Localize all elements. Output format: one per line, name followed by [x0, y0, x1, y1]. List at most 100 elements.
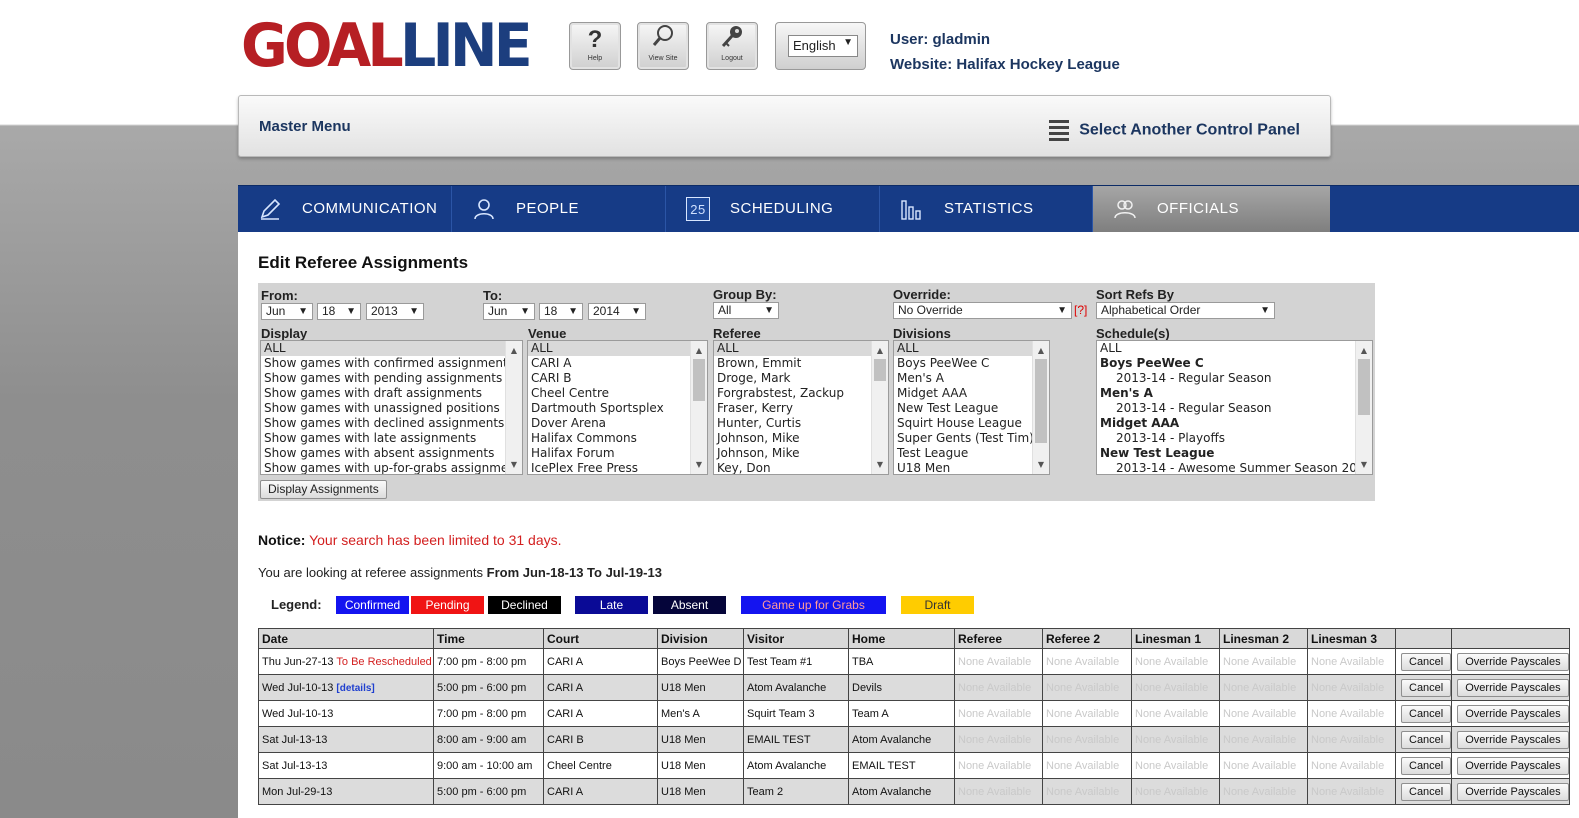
list-option[interactable]: Boys PeeWee C — [1097, 356, 1372, 371]
list-option[interactable]: Show games with unassigned positions — [261, 401, 522, 416]
details-link[interactable]: [details] — [336, 683, 374, 694]
official-select[interactable]: None Available — [1307, 726, 1396, 753]
scroll-thumb[interactable] — [1358, 359, 1370, 415]
cancel-button[interactable]: Cancel — [1401, 704, 1452, 723]
official-select[interactable]: None Available — [954, 778, 1043, 805]
tab-people[interactable]: PEOPLE — [452, 186, 666, 233]
display-scrollbar[interactable]: ▲ ▼ — [505, 341, 522, 474]
list-option[interactable]: Show games with late assignments — [261, 431, 522, 446]
list-option[interactable]: Forgrabstest, Zackup — [714, 386, 888, 401]
official-select[interactable]: None Available — [1219, 648, 1308, 675]
official-select[interactable]: None Available — [954, 700, 1043, 727]
venue-listbox[interactable]: ALL CARI A CARI B Cheel Centre Dartmouth Spo… — [527, 340, 708, 475]
list-option[interactable]: CARI A — [528, 356, 707, 371]
override-payscales-button[interactable]: Override Payscales — [1457, 730, 1569, 749]
official-select[interactable]: None Available — [1219, 778, 1308, 805]
list-option[interactable]: Midget AAA — [1097, 416, 1372, 431]
list-option[interactable]: 2013-14 - Regular Season — [1097, 401, 1372, 416]
list-option[interactable]: 2013-14 - Playoffs — [1097, 431, 1372, 446]
list-option[interactable]: Show games with up-for-grabs assignments — [261, 461, 522, 474]
cancel-button[interactable]: Cancel — [1401, 782, 1452, 801]
cancel-button[interactable]: Cancel — [1401, 652, 1452, 671]
tab-statistics[interactable]: STATISTICS — [880, 186, 1093, 233]
group-by-select[interactable]: All ▼ — [713, 302, 779, 319]
override-help-link[interactable]: [?] — [1074, 303, 1087, 317]
list-option[interactable]: CARI B — [528, 371, 707, 386]
goalline-logo[interactable]: GOALLINE — [241, 14, 533, 78]
scroll-up-icon[interactable]: ▲ — [872, 343, 888, 358]
official-select[interactable]: None Available — [954, 752, 1043, 779]
cancel-button[interactable]: Cancel — [1401, 678, 1452, 697]
master-menu-link[interactable]: Master Menu — [259, 118, 351, 135]
list-option[interactable]: Brown, Emmit — [714, 356, 888, 371]
sort-refs-select[interactable]: Alphabetical Order ▼ — [1096, 302, 1275, 319]
list-option[interactable]: Show games with confirmed assignments — [261, 356, 522, 371]
official-select[interactable]: None Available — [1131, 726, 1220, 753]
list-option[interactable]: 2013-14 - Awesome Summer Season 2014 — [1097, 461, 1372, 474]
list-option[interactable]: Show games with draft assignments — [261, 386, 522, 401]
scroll-thumb[interactable] — [874, 359, 886, 381]
official-select[interactable]: None Available — [1042, 778, 1132, 805]
list-option[interactable]: Show games with absent assignments — [261, 446, 522, 461]
list-option[interactable]: Dover Arena — [528, 416, 707, 431]
official-select[interactable]: None Available — [1307, 674, 1396, 701]
view-site-button[interactable]: View Site — [637, 22, 689, 70]
scroll-thumb[interactable] — [693, 359, 705, 401]
official-select[interactable]: None Available — [1042, 700, 1132, 727]
scroll-up-icon[interactable]: ▲ — [1356, 343, 1372, 358]
list-option[interactable]: ALL — [894, 341, 1049, 356]
list-option[interactable]: ALL — [714, 341, 888, 356]
list-option[interactable]: Hunter, Curtis — [714, 416, 888, 431]
list-option[interactable]: IcePlex Free Press — [528, 461, 707, 474]
scroll-thumb[interactable] — [1035, 359, 1047, 443]
official-select[interactable]: None Available — [954, 726, 1043, 753]
official-select[interactable]: None Available — [1042, 726, 1132, 753]
scroll-down-icon[interactable]: ▼ — [691, 457, 707, 472]
override-payscales-button[interactable]: Override Payscales — [1457, 678, 1569, 697]
override-payscales-button[interactable]: Override Payscales — [1457, 704, 1569, 723]
list-option[interactable]: Halifax Forum — [528, 446, 707, 461]
from-year-select[interactable]: 2013 ▼ — [366, 303, 424, 320]
list-option[interactable]: Show games with pending assignments — [261, 371, 522, 386]
list-option[interactable]: Halifax Commons — [528, 431, 707, 446]
scroll-down-icon[interactable]: ▼ — [506, 457, 522, 472]
to-day-select[interactable]: 18 ▼ — [539, 303, 583, 320]
official-select[interactable]: None Available — [1307, 700, 1396, 727]
list-option[interactable]: Squirt House League — [894, 416, 1049, 431]
cancel-button[interactable]: Cancel — [1401, 730, 1452, 749]
cancel-button[interactable]: Cancel — [1401, 756, 1452, 775]
official-select[interactable]: None Available — [954, 674, 1043, 701]
scroll-up-icon[interactable]: ▲ — [691, 343, 707, 358]
official-select[interactable]: None Available — [1042, 648, 1132, 675]
list-option[interactable]: Midget AAA — [894, 386, 1049, 401]
override-payscales-button[interactable]: Override Payscales — [1457, 756, 1569, 775]
list-option[interactable]: ALL — [1097, 341, 1372, 356]
to-month-select[interactable]: Jun ▼ — [483, 303, 535, 320]
venue-scrollbar[interactable]: ▲ ▼ — [690, 341, 707, 474]
list-option[interactable]: Johnson, Mike — [714, 446, 888, 461]
list-option[interactable]: Men's A — [894, 371, 1049, 386]
from-day-select[interactable]: 18 ▼ — [317, 303, 361, 320]
to-year-select[interactable]: 2014 ▼ — [588, 303, 646, 320]
list-option[interactable]: Boys PeeWee C — [894, 356, 1049, 371]
list-option[interactable]: New Test League — [894, 401, 1049, 416]
list-option[interactable]: Droge, Mark — [714, 371, 888, 386]
divisions-scrollbar[interactable]: ▲ ▼ — [1032, 341, 1049, 474]
override-select[interactable]: No Override ▼ — [893, 302, 1072, 319]
scroll-up-icon[interactable]: ▲ — [506, 343, 522, 358]
official-select[interactable]: None Available — [1131, 752, 1220, 779]
official-select[interactable]: None Available — [1131, 648, 1220, 675]
official-select[interactable]: None Available — [1219, 752, 1308, 779]
tab-scheduling[interactable]: 25 SCHEDULING — [666, 186, 880, 233]
official-select[interactable]: None Available — [1307, 752, 1396, 779]
list-option[interactable]: Key, Don — [714, 461, 888, 474]
official-select[interactable]: None Available — [1307, 648, 1396, 675]
scroll-up-icon[interactable]: ▲ — [1033, 343, 1049, 358]
select-control-panel-button[interactable]: Select Another Control Panel — [1049, 117, 1300, 144]
official-select[interactable]: None Available — [1042, 674, 1132, 701]
override-payscales-button[interactable]: Override Payscales — [1457, 782, 1569, 801]
official-select[interactable]: None Available — [1131, 674, 1220, 701]
list-option[interactable]: Show games with declined assignments — [261, 416, 522, 431]
language-select[interactable]: English ▼ — [788, 35, 858, 57]
help-button[interactable]: ? Help — [569, 22, 621, 70]
